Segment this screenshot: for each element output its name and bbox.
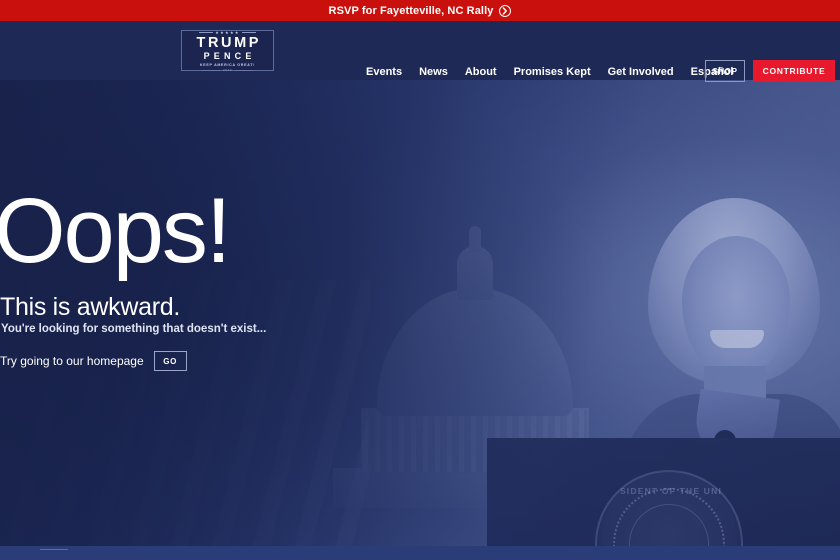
- nav-item-get-involved[interactable]: Get Involved: [608, 65, 674, 79]
- logo-pence-text: PENCE: [203, 50, 256, 61]
- contribute-button[interactable]: CONTRIBUTE: [753, 60, 835, 82]
- main-navigation: Events News About Promises Kept Get Invo…: [366, 65, 733, 79]
- homepage-prompt-row: Try going to our homepage GO: [0, 351, 187, 371]
- announcement-bar: RSVP for Fayetteville, NC Rally: [0, 0, 840, 21]
- logo-year-rule-right: [235, 69, 254, 71]
- logo-stars: ★★★★★: [215, 29, 240, 35]
- homepage-prompt-text: Try going to our homepage: [0, 354, 144, 368]
- announcement-link[interactable]: RSVP for Fayetteville, NC Rally: [328, 4, 512, 17]
- nav-item-events[interactable]: Events: [366, 65, 402, 79]
- nav-item-news[interactable]: News: [419, 65, 448, 79]
- logo-year-text: 2020: [222, 67, 233, 72]
- page-root: RSVP for Fayetteville, NC Rally ★★★★★ TR…: [0, 0, 840, 560]
- site-header: ★★★★★ TRUMP PENCE KEEP AMERICA GREAT! 20…: [0, 21, 840, 82]
- hero-message: You're looking for something that doesn'…: [1, 323, 267, 335]
- logo-year-rule-left: [201, 69, 220, 71]
- logo-rule-right: [241, 31, 256, 33]
- footer-divider: [40, 549, 68, 550]
- logo-year-row: 2020: [201, 67, 254, 73]
- logo-stars-row: ★★★★★: [199, 29, 256, 35]
- shop-button[interactable]: SHOP: [705, 60, 745, 82]
- nav-item-about[interactable]: About: [465, 65, 497, 79]
- logo-trump-text: TRUMP: [196, 34, 262, 51]
- page-title: Oops!: [0, 180, 231, 282]
- hero-subheadline: This is awkward.: [0, 293, 180, 321]
- footer-strip: [0, 546, 840, 560]
- nav-item-promises-kept[interactable]: Promises Kept: [514, 65, 591, 79]
- logo-rule-left: [199, 31, 214, 33]
- go-button[interactable]: GO: [153, 351, 187, 371]
- announcement-text: RSVP for Fayetteville, NC Rally: [328, 4, 494, 17]
- hero-section: SIDENT OF THE UNI Oops! This is awkward.…: [0, 80, 840, 546]
- arrow-circle-right-icon: [499, 4, 512, 17]
- site-logo[interactable]: ★★★★★ TRUMP PENCE KEEP AMERICA GREAT! 20…: [181, 29, 274, 73]
